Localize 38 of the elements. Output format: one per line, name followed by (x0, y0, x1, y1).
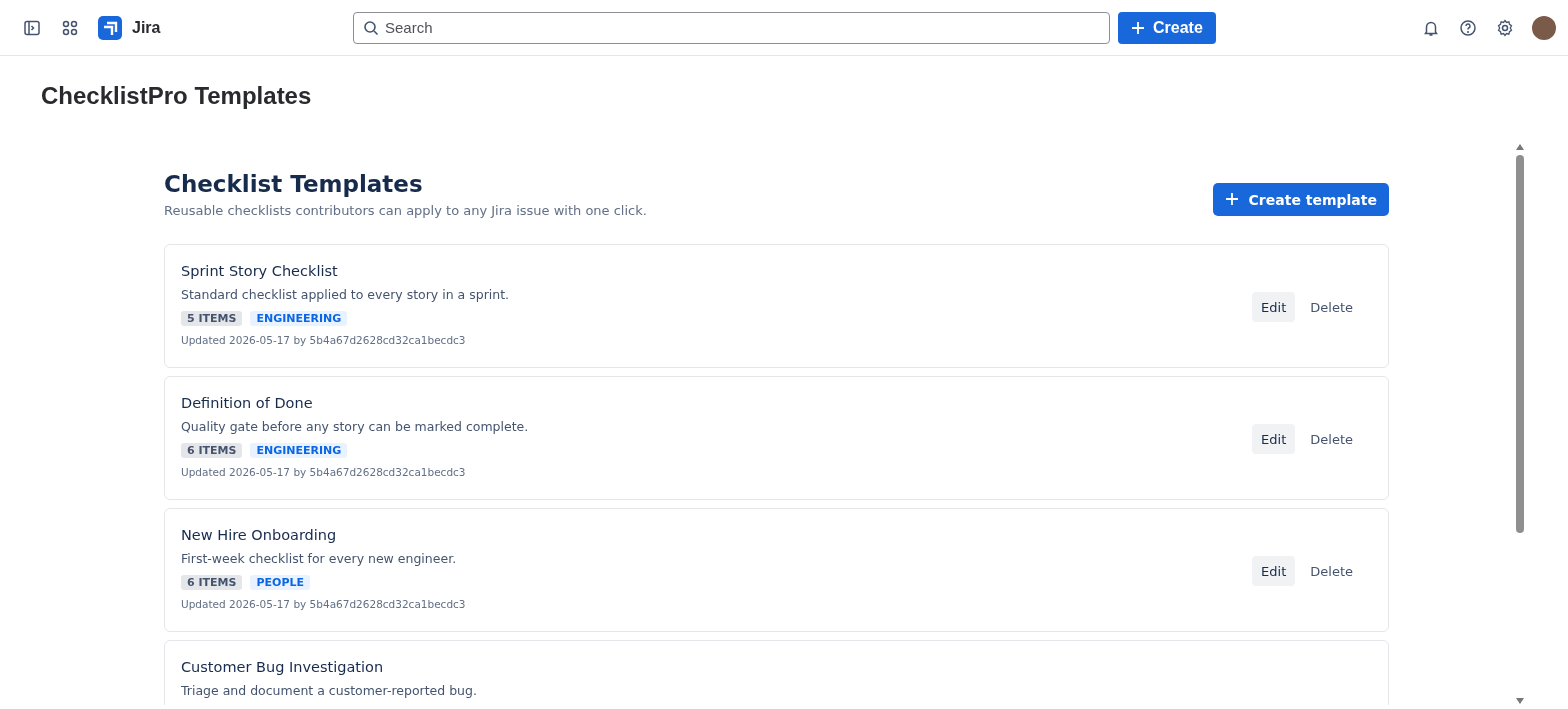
section-subtitle: Reusable checklists contributors can apply to any Jira issue with one click. (164, 203, 647, 218)
section-title: Checklist Templates (164, 170, 424, 199)
search-icon (363, 19, 379, 36)
plus-icon (1224, 191, 1241, 208)
create-template-button[interactable]: Create template (1212, 183, 1389, 216)
template-name: Customer Bug Investigation (181, 659, 385, 675)
item-count-badge: 6 ITEMS (181, 443, 243, 458)
template-description: Triage and document a customer-reported bug. (181, 683, 477, 698)
delete-button[interactable]: Delete (1301, 292, 1362, 322)
scrollbar-thumb[interactable] (1516, 155, 1524, 533)
item-count-badge: 6 ITEMS (181, 575, 243, 590)
scroll-down-icon[interactable] (1515, 697, 1525, 705)
updated-text: Updated 2026-05-17 by 5b4a67d2628cd32ca1becdc3 (181, 334, 467, 346)
jira-logo-icon[interactable] (98, 15, 122, 40)
template-description: Quality gate before any story can be marked complete. (181, 419, 529, 434)
search-field[interactable]: Search (353, 11, 1110, 44)
edit-button[interactable]: Edit (1252, 424, 1296, 454)
user-avatar[interactable] (1532, 15, 1556, 40)
edit-button[interactable]: Edit (1252, 292, 1296, 322)
product-name[interactable]: Jira (132, 18, 161, 37)
category-tag: ENGINEERING (250, 311, 348, 326)
category-tag: PEOPLE (250, 575, 310, 590)
edit-button[interactable]: Edit (1252, 556, 1296, 586)
template-name: Sprint Story Checklist (181, 263, 339, 279)
updated-text: Updated 2026-05-17 by 5b4a67d2628cd32ca1becdc3 (181, 598, 466, 610)
delete-button[interactable]: Delete (1301, 556, 1362, 586)
create-button[interactable]: Create (1118, 11, 1216, 44)
template-name: New Hire Onboarding (181, 527, 338, 543)
template-name: Definition of Done (181, 395, 314, 411)
page-title: ChecklistPro Templates (41, 82, 313, 110)
plus-icon (1131, 20, 1145, 35)
template-description: First-week checklist for every new engineer. (181, 551, 458, 566)
category-tag: ENGINEERING (250, 443, 348, 458)
scroll-up-icon[interactable] (1515, 143, 1525, 151)
delete-button[interactable]: Delete (1301, 424, 1362, 454)
updated-text: Updated 2026-05-17 by 5b4a67d2628cd32ca1becdc3 (181, 466, 467, 478)
template-description: Standard checklist applied to every story in a sprint. (181, 287, 510, 302)
item-count-badge: 5 ITEMS (181, 311, 243, 326)
